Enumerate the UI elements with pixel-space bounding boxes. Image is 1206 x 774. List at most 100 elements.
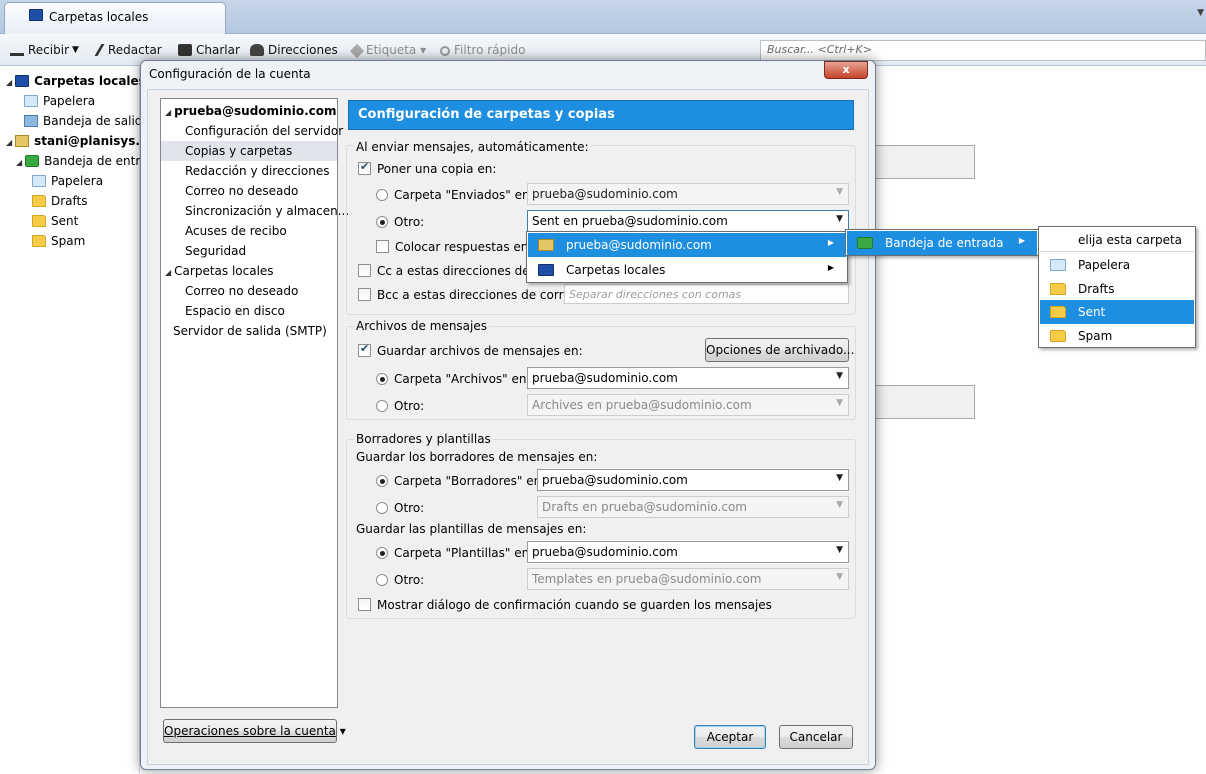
folder-papelera-2[interactable]: Papelera <box>32 174 103 188</box>
inbox-icon <box>857 237 873 249</box>
chevron-down-icon: ▼ <box>836 473 843 483</box>
folder-sent[interactable]: Sent <box>32 214 78 228</box>
chat-button[interactable]: Charlar <box>178 43 240 57</box>
panel-header: Configuración de carpetas y copias <box>348 100 854 130</box>
get-mail-button[interactable]: Recibir <box>10 43 69 57</box>
folder-local[interactable]: ◢ Carpetas locales <box>6 74 146 88</box>
folder-drafts[interactable]: Drafts <box>32 194 88 208</box>
tree-item-server[interactable]: Configuración del servidor <box>185 124 343 138</box>
checkbox-unchecked <box>358 288 371 301</box>
archives-other-dropdown[interactable]: Archives en prueba@sudominio.com ▼ <box>527 394 849 416</box>
templates-other-radio[interactable]: Otro: <box>376 573 424 587</box>
account-actions-button[interactable]: Operaciones sobre la cuenta ▾ <box>163 719 346 743</box>
archives-other-radio[interactable]: Otro: <box>376 399 424 413</box>
save-drafts-label: Guardar los borradores de mensajes en: <box>356 450 598 464</box>
checkbox-unchecked <box>358 598 371 611</box>
archives-account-dropdown[interactable]: prueba@sudominio.com ▼ <box>527 367 849 389</box>
tree-item-receipts[interactable]: Acuses de recibo <box>185 224 287 238</box>
tab-bar: Carpetas locales ▼ <box>0 0 1206 34</box>
inbox-icon <box>25 155 40 167</box>
chevron-down-icon: ▼ <box>836 187 843 197</box>
tree-item-composition[interactable]: Redacción y direcciones <box>185 164 329 178</box>
computer-icon <box>538 264 554 276</box>
menu-item-inbox[interactable]: Bandeja de entrada ▶ <box>847 231 1037 255</box>
tree-item-disk-space[interactable]: Espacio en disco <box>185 304 285 318</box>
tag-button[interactable]: Etiqueta ▾ <box>349 43 426 59</box>
menu-item-papelera[interactable]: Papelera <box>1040 253 1194 277</box>
folder-icon <box>32 215 46 227</box>
tree-item-security[interactable]: Seguridad <box>185 244 246 258</box>
download-icon <box>10 46 24 56</box>
archives-folder-radio[interactable]: Carpeta "Archivos" en: <box>376 372 531 386</box>
address-book-button[interactable]: Direcciones <box>250 43 338 57</box>
drafts-account-dropdown[interactable]: prueba@sudominio.com ▼ <box>537 469 849 491</box>
tab-list-chevron-icon[interactable]: ▼ <box>1197 8 1204 18</box>
tab-carpetas-locales[interactable]: Carpetas locales <box>4 2 226 34</box>
chevron-right-icon: ▶ <box>827 238 834 247</box>
folder-papelera[interactable]: Papelera <box>24 94 95 108</box>
folder-icon <box>1050 330 1066 342</box>
copy-checkbox[interactable]: Poner una copia en: <box>358 160 496 176</box>
radio-checked <box>376 547 388 559</box>
quick-filter-button[interactable]: Filtro rápido <box>440 43 525 57</box>
computer-icon <box>29 9 43 21</box>
replies-checkbox[interactable]: Colocar respuestas en la <box>376 240 543 254</box>
menu-item-account[interactable]: prueba@sudominio.com ▶ <box>528 233 846 257</box>
save-archives-checkbox[interactable]: Guardar archivos de mensajes en: <box>358 342 583 358</box>
dialog-title: Configuración de la cuenta <box>149 67 311 81</box>
folder-bandeja-salida[interactable]: Bandeja de salida <box>24 114 150 128</box>
cc-checkbox[interactable]: Cc a estas direcciones de cor <box>358 264 552 278</box>
tree-item-junk[interactable]: Correo no deseado <box>185 184 298 198</box>
tree-item-copies[interactable]: Copias y carpetas <box>161 141 337 161</box>
search-input[interactable]: Buscar... <Ctrl+K> <box>760 40 1206 61</box>
dialog-body: ◢ prueba@sudominio.com Configuración del … <box>147 89 869 765</box>
menu-item-drafts[interactable]: Drafts <box>1040 277 1194 301</box>
accept-button[interactable]: Aceptar <box>694 725 766 749</box>
folder-menu-level-1: prueba@sudominio.com ▶ Carpetas locales ▶ <box>526 231 848 283</box>
templates-account-dropdown[interactable]: prueba@sudominio.com ▼ <box>527 541 849 563</box>
write-button[interactable]: Redactar <box>94 43 162 57</box>
templates-folder-radio[interactable]: Carpeta "Plantillas" en: <box>376 546 533 560</box>
drafts-folder-radio[interactable]: Carpeta "Borradores" en: <box>376 474 545 488</box>
radio-unchecked <box>376 574 388 586</box>
tree-item-local-junk[interactable]: Correo no deseado <box>185 284 298 298</box>
checkbox-checked <box>358 342 371 357</box>
archives-legend: Archivos de mensajes <box>354 319 489 333</box>
other-folder-dropdown[interactable]: Sent en prueba@sudominio.com ▼ <box>527 210 849 232</box>
archive-options-button[interactable]: Opciones de archivado... <box>705 338 854 362</box>
drafts-other-radio[interactable]: Otro: <box>376 501 424 515</box>
chat-icon <box>178 44 192 56</box>
templates-other-dropdown[interactable]: Templates en prueba@sudominio.com ▼ <box>527 568 849 590</box>
tag-icon <box>349 43 365 59</box>
drafts-other-dropdown[interactable]: Drafts en prueba@sudominio.com ▼ <box>537 496 849 518</box>
mail-account-icon <box>538 239 554 251</box>
sent-account-dropdown[interactable]: prueba@sudominio.com ▼ <box>527 183 849 205</box>
menu-item-sent[interactable]: Sent <box>1040 300 1194 324</box>
menu-item-spam[interactable]: Spam <box>1040 324 1194 348</box>
bcc-checkbox[interactable]: Bcc a estas direcciones de correo: <box>358 288 582 302</box>
chevron-down-icon: ▼ <box>836 500 843 510</box>
close-button[interactable]: x <box>824 61 868 79</box>
cancel-button[interactable]: Cancelar <box>779 725 853 749</box>
menu-item-choose-folder[interactable]: elija esta carpeta <box>1040 228 1194 250</box>
other-radio[interactable]: Otro: <box>376 215 424 229</box>
outbox-icon <box>24 115 38 127</box>
menu-item-local-folders[interactable]: Carpetas locales ▶ <box>528 258 846 282</box>
background-field <box>872 385 975 419</box>
folder-icon <box>1050 306 1066 318</box>
confirm-dialog-checkbox[interactable]: Mostrar diálogo de confirmación cuando s… <box>358 598 772 612</box>
trash-icon <box>1050 259 1066 271</box>
folder-spam[interactable]: Spam <box>32 234 85 248</box>
tree-item-sync[interactable]: Sincronización y almacen... <box>185 204 349 218</box>
bcc-input[interactable]: Separar direcciones con comas <box>564 284 849 304</box>
folder-icon <box>32 235 46 247</box>
menu-separator <box>1040 251 1194 252</box>
tree-local-folders[interactable]: ◢ Carpetas locales <box>165 264 274 278</box>
folder-icon <box>32 195 46 207</box>
checkbox-unchecked <box>376 240 389 253</box>
sent-folder-radio[interactable]: Carpeta "Enviados" en: <box>376 188 534 202</box>
get-mail-dropdown-icon[interactable]: ▼ <box>72 45 79 55</box>
tree-account[interactable]: ◢ prueba@sudominio.com <box>165 104 337 118</box>
drafts-legend: Borradores y plantillas <box>354 432 493 446</box>
tree-item-smtp[interactable]: Servidor de salida (SMTP) <box>173 324 327 338</box>
